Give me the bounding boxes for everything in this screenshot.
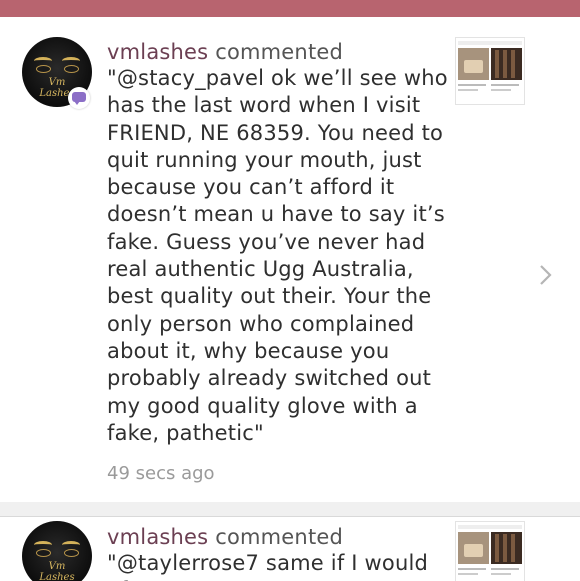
eye-decoration bbox=[36, 65, 51, 73]
avatar-logo-text: Vm Lashes bbox=[39, 561, 75, 581]
username-link[interactable]: vmlashes bbox=[107, 525, 208, 549]
notification-header: vmlashes commented bbox=[107, 39, 343, 65]
divider bbox=[0, 502, 580, 516]
action-text: commented bbox=[215, 40, 344, 64]
top-bar bbox=[0, 0, 580, 17]
eye-decoration bbox=[64, 65, 79, 73]
eye-decoration bbox=[64, 549, 79, 557]
chevron-right-icon[interactable] bbox=[537, 260, 555, 290]
notification-card[interactable]: Vm Lashes vmlashes commented "@taylerros… bbox=[0, 516, 580, 581]
username-link[interactable]: vmlashes bbox=[107, 40, 208, 64]
avatar[interactable]: Vm Lashes bbox=[22, 521, 92, 581]
action-text: commented bbox=[215, 525, 344, 549]
timestamp: 49 secs ago bbox=[107, 463, 215, 484]
brow-decoration bbox=[62, 541, 80, 549]
brow-decoration bbox=[62, 57, 80, 65]
brow-decoration bbox=[34, 541, 52, 549]
listing-thumbnail[interactable] bbox=[455, 521, 525, 581]
comment-text: "@taylerrose7 same if I would of bbox=[107, 551, 429, 581]
notification-card[interactable]: Vm Lashes vmlashes commented "@stacy_pav… bbox=[0, 17, 580, 503]
notification-header: vmlashes commented bbox=[107, 524, 343, 550]
listing-thumbnail[interactable] bbox=[455, 37, 525, 105]
eye-decoration bbox=[36, 549, 51, 557]
comment-text: "@stacy_pavel ok we’ll see who has the l… bbox=[107, 66, 448, 445]
speech-bubble-icon bbox=[68, 87, 90, 109]
brow-decoration bbox=[34, 57, 52, 65]
